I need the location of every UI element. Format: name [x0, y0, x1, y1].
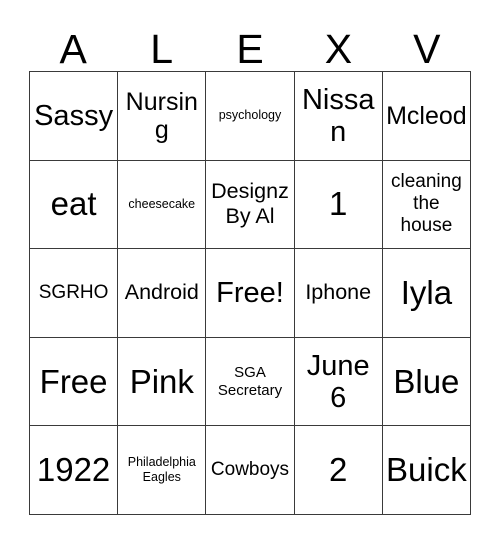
bingo-cell-label: Designz By Al [211, 179, 289, 229]
bingo-cell-label: Cowboys [210, 459, 290, 481]
bingo-cell-r5c2[interactable]: Philadelphia Eagles [118, 426, 207, 515]
bingo-cell-r5c3[interactable]: Cowboys [206, 426, 295, 515]
bingo-cell-r4c5[interactable]: Blue [382, 337, 471, 427]
bingo-cell-r3c5[interactable]: Iyla [382, 249, 471, 338]
bingo-grid: Sassy Nursing psychology Nissan Mcleod e… [29, 71, 471, 515]
bingo-cell-label: 2 [329, 451, 348, 489]
bingo-cell-r2c4[interactable]: 1 [294, 160, 383, 250]
bingo-cell-label: Blue [393, 362, 460, 400]
bingo-header-letter-5: V [413, 26, 441, 72]
bingo-cell-label: SGRHO [38, 281, 109, 303]
bingo-cell-r1c1[interactable]: Sassy [30, 72, 119, 161]
bingo-cell-r5c4[interactable]: 2 [294, 426, 383, 515]
bingo-cell-r2c2[interactable]: cheesecake [118, 160, 207, 250]
bingo-cell-label: Nursing [125, 87, 198, 144]
bingo-cell-label: Free [39, 362, 108, 400]
bingo-cell-label: cheesecake [128, 196, 196, 211]
bingo-cell-r3c2[interactable]: Android [118, 249, 207, 338]
bingo-cell-r4c3[interactable]: SGA Secretary [206, 337, 295, 427]
bingo-cell-label: Mcleod [386, 101, 467, 130]
bingo-cell-label: Buick [386, 451, 467, 489]
bingo-cell-r1c5[interactable]: Mcleod [382, 72, 471, 161]
bingo-cell-label: Iyla [400, 273, 453, 311]
bingo-cell-label: Pink [129, 362, 194, 400]
bingo-cell-r3c1[interactable]: SGRHO [30, 249, 119, 338]
bingo-cell-label: Philadelphia Eagles [127, 455, 196, 485]
bingo-cell-r1c4[interactable]: Nissan [294, 72, 383, 161]
bingo-cell-r5c5[interactable]: Buick [382, 426, 471, 515]
bingo-cell-r4c1[interactable]: Free [30, 337, 119, 427]
bingo-cell-r1c2[interactable]: Nursing [118, 72, 207, 161]
bingo-free-space-label: Free! [216, 276, 284, 309]
bingo-cell-label: 1 [329, 185, 348, 223]
bingo-cell-label: cleaning the house [391, 171, 462, 237]
bingo-header-letter-1: A [59, 26, 87, 72]
bingo-cell-r2c3[interactable]: Designz By Al [206, 160, 295, 250]
bingo-cell-label: June 6 [306, 349, 370, 414]
bingo-cell-r4c4[interactable]: June 6 [294, 337, 383, 427]
bingo-header-letter-4: X [324, 26, 353, 72]
bingo-cell-r2c1[interactable]: eat [30, 160, 119, 250]
bingo-cell-label: eat [50, 185, 97, 223]
bingo-cell-label: psychology [218, 108, 282, 123]
bingo-cell-r3c4[interactable]: Iphone [294, 249, 383, 338]
bingo-cell-r1c3[interactable]: psychology [206, 72, 295, 161]
bingo-cell-label: Sassy [34, 99, 114, 132]
bingo-cell-r5c1[interactable]: 1922 [30, 426, 119, 515]
bingo-cell-label: Android [124, 280, 199, 305]
bingo-header-row: A L E X V [29, 18, 471, 71]
bingo-header-letter-2: L [150, 26, 174, 72]
bingo-cell-label: SGA Secretary [217, 363, 283, 399]
bingo-cell-free-space[interactable]: Free! [206, 249, 295, 338]
bingo-cell-r2c5[interactable]: cleaning the house [382, 160, 471, 250]
bingo-header-letter-3: E [236, 26, 264, 72]
bingo-cell-label: Nissan [301, 83, 375, 148]
bingo-cell-label: Iphone [305, 280, 372, 305]
bingo-cell-r4c2[interactable]: Pink [118, 337, 207, 427]
bingo-cell-label: 1922 [36, 451, 111, 489]
bingo-card: A L E X V Sassy Nursing psychology Nissa… [0, 0, 500, 544]
